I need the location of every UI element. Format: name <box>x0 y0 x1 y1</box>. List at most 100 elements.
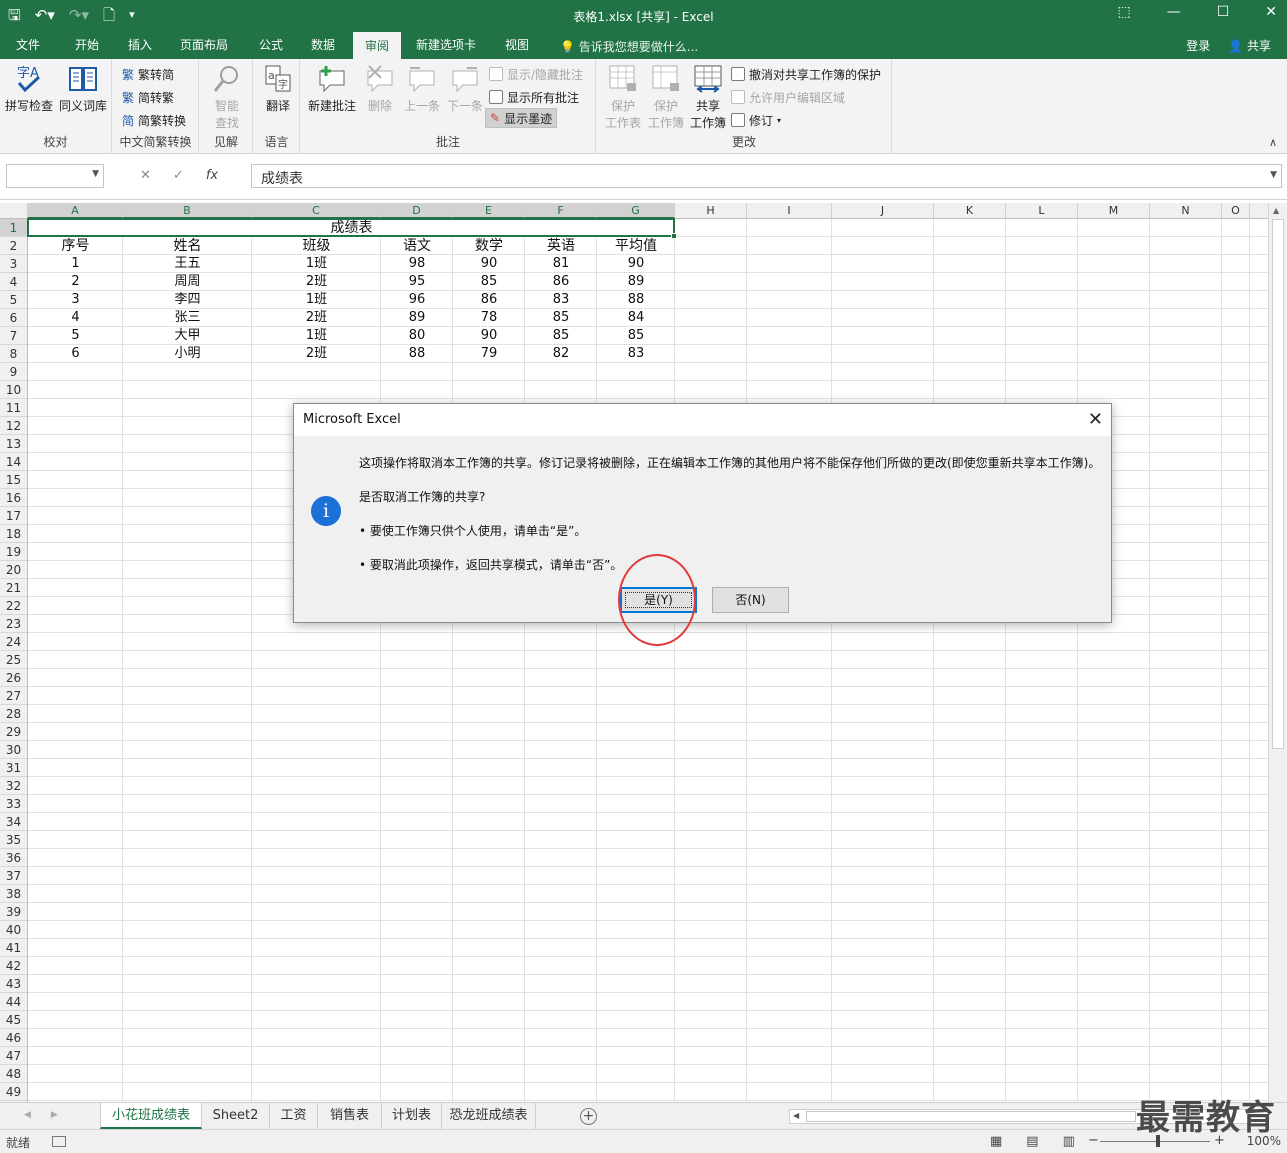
data-cell[interactable]: 88 <box>597 291 675 309</box>
row-header-39[interactable]: 39 <box>0 903 27 921</box>
column-header-l[interactable]: L <box>1006 203 1078 219</box>
prev-comment-button[interactable]: 上一条 <box>402 63 442 114</box>
chevron-down-icon[interactable]: ▼ <box>92 169 99 179</box>
data-cell[interactable]: 86 <box>453 291 525 309</box>
zoom-out-icon[interactable]: − <box>1088 1133 1099 1148</box>
header-cell[interactable]: 班级 <box>252 237 381 255</box>
sheet-tab[interactable]: 恐龙班成绩表 <box>442 1103 536 1129</box>
sheet-tab[interactable]: 小花班成绩表 <box>100 1103 202 1129</box>
header-cell[interactable]: 平均值 <box>597 237 675 255</box>
tab-new[interactable]: 新建选项卡 <box>408 32 484 59</box>
row-header-1[interactable]: 1 <box>0 219 27 237</box>
collapse-ribbon-icon[interactable]: ∧ <box>1269 136 1277 149</box>
row-header-34[interactable]: 34 <box>0 813 27 831</box>
header-cell[interactable]: 数学 <box>453 237 525 255</box>
vertical-scrollbar[interactable]: ▲ <box>1268 203 1287 1102</box>
row-header-29[interactable]: 29 <box>0 723 27 741</box>
no-button[interactable]: 否(N) <box>712 587 789 613</box>
row-header-12[interactable]: 12 <box>0 417 27 435</box>
row-header-10[interactable]: 10 <box>0 381 27 399</box>
column-header-a[interactable]: A <box>28 203 123 219</box>
row-header-33[interactable]: 33 <box>0 795 27 813</box>
sheet-tab[interactable]: Sheet2 <box>202 1103 270 1129</box>
tab-data[interactable]: 数据 <box>303 32 343 59</box>
login-link[interactable]: 登录 <box>1186 37 1210 54</box>
data-cell[interactable]: 1班 <box>252 255 381 273</box>
data-cell[interactable]: 周周 <box>123 273 252 291</box>
row-header-44[interactable]: 44 <box>0 993 27 1011</box>
row-header-26[interactable]: 26 <box>0 669 27 687</box>
row-header-35[interactable]: 35 <box>0 831 27 849</box>
row-header-42[interactable]: 42 <box>0 957 27 975</box>
protect-workbook-button[interactable]: 保护 工作簿 <box>645 63 687 131</box>
spell-check-button[interactable]: 字A 拼写检查 <box>4 63 54 114</box>
data-cell[interactable]: 李四 <box>123 291 252 309</box>
data-cell[interactable]: 85 <box>597 327 675 345</box>
page-layout-view-icon[interactable]: ▤ <box>1026 1134 1038 1149</box>
cancel-icon[interactable]: ✕ <box>140 168 151 183</box>
row-header-16[interactable]: 16 <box>0 489 27 507</box>
tab-view[interactable]: 视图 <box>497 32 537 59</box>
data-cell[interactable]: 大甲 <box>123 327 252 345</box>
share-button[interactable]: 👤 共享 <box>1228 37 1271 54</box>
zoom-slider[interactable] <box>1100 1135 1210 1147</box>
row-header-46[interactable]: 46 <box>0 1029 27 1047</box>
column-header-d[interactable]: D <box>381 203 453 219</box>
data-cell[interactable]: 83 <box>525 291 597 309</box>
row-header-30[interactable]: 30 <box>0 741 27 759</box>
select-all-corner[interactable] <box>0 203 28 219</box>
scroll-thumb[interactable] <box>1272 219 1284 749</box>
data-cell[interactable]: 6 <box>28 345 123 363</box>
protect-sheet-button[interactable]: 保护 工作表 <box>602 63 644 131</box>
formula-input[interactable]: 成绩表 ▼ <box>251 164 1282 188</box>
row-header-21[interactable]: 21 <box>0 579 27 597</box>
column-header-j[interactable]: J <box>832 203 934 219</box>
next-comment-button[interactable]: 下一条 <box>445 63 485 114</box>
expand-formula-icon[interactable]: ▼ <box>1270 170 1277 180</box>
data-cell[interactable]: 1 <box>28 255 123 273</box>
row-header-32[interactable]: 32 <box>0 777 27 795</box>
sheet-tab[interactable]: 计划表 <box>382 1103 442 1129</box>
column-header-e[interactable]: E <box>453 203 525 219</box>
tab-page-layout[interactable]: 页面布局 <box>172 32 236 59</box>
data-cell[interactable]: 3 <box>28 291 123 309</box>
row-header-38[interactable]: 38 <box>0 885 27 903</box>
maximize-icon[interactable]: ☐ <box>1217 4 1230 20</box>
data-cell[interactable]: 2班 <box>252 273 381 291</box>
row-header-22[interactable]: 22 <box>0 597 27 615</box>
row-header-17[interactable]: 17 <box>0 507 27 525</box>
row-header-15[interactable]: 15 <box>0 471 27 489</box>
scroll-thumb[interactable] <box>806 1111 1136 1122</box>
prev-sheet-icon[interactable]: ◀ <box>24 1110 31 1120</box>
column-header-h[interactable]: H <box>675 203 747 219</box>
header-cell[interactable]: 序号 <box>28 237 123 255</box>
new-comment-button[interactable]: 新建批注 <box>306 63 358 114</box>
row-header-9[interactable]: 9 <box>0 363 27 381</box>
tab-review[interactable]: 审阅 <box>353 32 402 59</box>
row-header-37[interactable]: 37 <box>0 867 27 885</box>
show-all-comments-button[interactable]: 显示所有批注 <box>489 87 579 107</box>
data-cell[interactable]: 82 <box>525 345 597 363</box>
data-cell[interactable]: 88 <box>381 345 453 363</box>
row-header-5[interactable]: 5 <box>0 291 27 309</box>
row-header-23[interactable]: 23 <box>0 615 27 633</box>
close-icon[interactable]: ✕ <box>1265 4 1277 20</box>
data-cell[interactable]: 89 <box>381 309 453 327</box>
row-header-14[interactable]: 14 <box>0 453 27 471</box>
header-cell[interactable]: 姓名 <box>123 237 252 255</box>
tell-me-search[interactable]: 💡 告诉我您想要做什么... <box>560 38 698 55</box>
row-header-27[interactable]: 27 <box>0 687 27 705</box>
show-hide-comment-button[interactable]: 显示/隐藏批注 <box>489 64 583 84</box>
data-cell[interactable]: 78 <box>453 309 525 327</box>
data-cell[interactable]: 81 <box>525 255 597 273</box>
smart-lookup-button[interactable]: 智能 查找 <box>206 63 248 131</box>
data-cell[interactable]: 83 <box>597 345 675 363</box>
row-header-19[interactable]: 19 <box>0 543 27 561</box>
minimize-icon[interactable]: — <box>1167 4 1181 20</box>
data-cell[interactable]: 小明 <box>123 345 252 363</box>
row-header-45[interactable]: 45 <box>0 1011 27 1029</box>
row-header-31[interactable]: 31 <box>0 759 27 777</box>
data-cell[interactable]: 5 <box>28 327 123 345</box>
data-cell[interactable]: 79 <box>453 345 525 363</box>
column-header-n[interactable]: N <box>1150 203 1222 219</box>
